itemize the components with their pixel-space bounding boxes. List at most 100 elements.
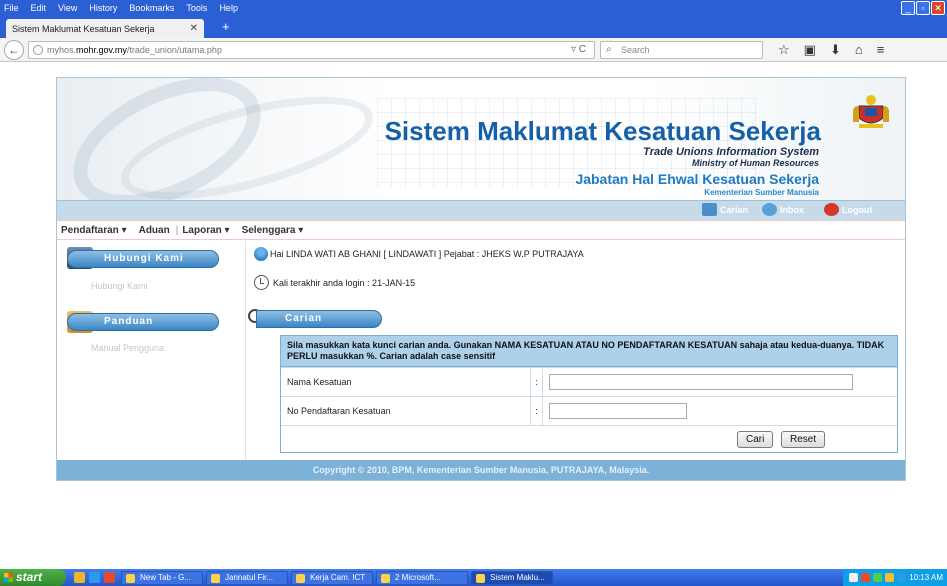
globe-icon bbox=[33, 45, 43, 55]
quick-launch bbox=[74, 572, 115, 583]
input-cell bbox=[543, 368, 897, 396]
no-pendaftaran-label: No Pendaftaran Kesatuan bbox=[281, 397, 531, 425]
search-form: Sila masukkan kata kunci carian anda. Gu… bbox=[280, 335, 898, 453]
colon: : bbox=[531, 368, 543, 396]
download-icon[interactable]: ⬇ bbox=[830, 42, 841, 58]
menu-bookmarks[interactable]: Bookmarks bbox=[129, 3, 174, 13]
carian-label: Carian bbox=[720, 204, 749, 215]
contact-link[interactable]: Hubungi Kami bbox=[91, 281, 148, 291]
quicklaunch-office-icon[interactable] bbox=[104, 572, 115, 583]
no-pendaftaran-input[interactable] bbox=[549, 403, 687, 419]
form-row-no: No Pendaftaran Kesatuan : bbox=[281, 396, 897, 425]
menu-file[interactable]: File bbox=[4, 3, 19, 13]
system-subtitle: Trade Unions Information System bbox=[643, 146, 819, 158]
taskbar-item-kerja[interactable]: Kerja Cam. ICT bbox=[291, 570, 373, 585]
maximize-button[interactable]: ▫ bbox=[916, 1, 930, 15]
start-button[interactable]: start bbox=[0, 569, 66, 586]
search-placeholder: Search bbox=[621, 45, 650, 55]
monitor-search-icon bbox=[702, 203, 717, 216]
url-prefix: myhos. bbox=[47, 45, 77, 55]
nama-kesatuan-label: Nama Kesatuan bbox=[281, 368, 531, 396]
url-host: mohr.gov.my bbox=[76, 45, 127, 55]
clock-icon bbox=[254, 275, 269, 290]
clock-time: 10:13 AM bbox=[909, 573, 943, 582]
form-row-nama: Nama Kesatuan : bbox=[281, 367, 897, 396]
taskbar-item-sistem[interactable]: Sistem Maklu... bbox=[471, 570, 553, 585]
web-page: Sistem Maklumat Kesatuan Sekerja Trade U… bbox=[56, 77, 906, 481]
taskbar-item-jannatul[interactable]: Jannatul Fir... bbox=[206, 570, 288, 585]
menu-aduan[interactable]: Aduan bbox=[139, 225, 170, 236]
menu-view[interactable]: View bbox=[58, 3, 77, 13]
quicklaunch-ie-icon[interactable] bbox=[89, 572, 100, 583]
windows-taskbar: start New Tab - G... Jannatul Fir... Ker… bbox=[0, 569, 947, 586]
menu-edit[interactable]: Edit bbox=[31, 3, 47, 13]
menu-selenggara[interactable]: Selenggara ▾ bbox=[242, 225, 304, 236]
menu-laporan[interactable]: Laporan ▾ bbox=[182, 225, 229, 236]
tab-close-icon[interactable]: ✕ bbox=[190, 23, 198, 34]
inbox-link[interactable]: Inbox bbox=[762, 203, 804, 216]
reset-button[interactable]: Reset bbox=[781, 431, 826, 448]
nama-kesatuan-input[interactable] bbox=[549, 374, 853, 390]
colon: : bbox=[531, 397, 543, 425]
bookmark-star-icon[interactable]: ☆ bbox=[778, 42, 790, 58]
taskbar-item-newtab[interactable]: New Tab - G... bbox=[121, 570, 203, 585]
browser-menubar: File Edit View History Bookmarks Tools H… bbox=[0, 0, 947, 16]
hamburger-menu-icon[interactable]: ≡ bbox=[877, 42, 885, 58]
tray-icon[interactable] bbox=[897, 573, 907, 582]
department-name: Jabatan Hal Ehwal Kesatuan Sekerja bbox=[575, 171, 819, 187]
power-icon bbox=[824, 203, 839, 216]
manual-link[interactable]: Manual Pengguna bbox=[91, 343, 164, 353]
search-section-header: Carian bbox=[256, 310, 382, 328]
tray-icon[interactable] bbox=[873, 573, 883, 582]
system-title: Sistem Maklumat Kesatuan Sekerja bbox=[384, 116, 821, 146]
coat-of-arms-icon bbox=[853, 95, 889, 128]
navigation-bar: ← myhos.mohr.gov.my/trade_union/utama.ph… bbox=[0, 38, 947, 62]
reload-icon[interactable]: ▿ C bbox=[571, 42, 586, 58]
home-icon[interactable]: ⌂ bbox=[855, 42, 863, 58]
quicklaunch-icon[interactable] bbox=[74, 572, 85, 583]
page-footer: Copyright © 2010, BPM, Kementerian Sumbe… bbox=[57, 460, 905, 480]
guide-header: Panduan bbox=[67, 313, 219, 331]
tab-title: Sistem Maklumat Kesatuan Sekerja bbox=[12, 23, 155, 34]
menu-separator: | bbox=[175, 224, 179, 236]
url-path: /trade_union/utama.php bbox=[126, 45, 222, 55]
taskbar-item-microsoft[interactable]: 2 Microsoft... bbox=[376, 570, 468, 585]
minimize-button[interactable]: _ bbox=[901, 1, 915, 15]
header-banner: Sistem Maklumat Kesatuan Sekerja Trade U… bbox=[57, 78, 905, 200]
search-instructions: Sila masukkan kata kunci carian anda. Gu… bbox=[281, 336, 897, 367]
form-buttons: Cari Reset bbox=[281, 425, 897, 452]
inbox-icon bbox=[762, 203, 777, 216]
close-window-button[interactable]: ✕ bbox=[931, 1, 945, 15]
search-box[interactable]: ⌕ Search bbox=[600, 41, 763, 59]
toolbar-icons: ☆ ▣ ⬇ ⌂ ≡ bbox=[778, 42, 884, 58]
utility-bar: Carian Inbox Logout bbox=[57, 200, 905, 220]
system-subtitle-ministry: Ministry of Human Resources bbox=[691, 158, 819, 168]
menu-pendaftaran[interactable]: Pendaftaran ▾ bbox=[61, 225, 127, 236]
main-content: Hai LINDA WATI AB GHANI [ LINDAWATI ] Pe… bbox=[245, 241, 905, 460]
back-button[interactable]: ← bbox=[4, 40, 24, 60]
browser-tab[interactable]: Sistem Maklumat Kesatuan Sekerja ✕ bbox=[6, 19, 204, 38]
new-tab-button[interactable]: + bbox=[222, 20, 230, 33]
sidebar: Hubungi Kami Hubungi Kami Panduan Manual… bbox=[57, 241, 240, 460]
address-bar[interactable]: myhos.mohr.gov.my/trade_union/utama.php … bbox=[28, 41, 595, 59]
tray-icon[interactable] bbox=[861, 573, 871, 582]
window-controls: _ ▫ ✕ bbox=[901, 1, 945, 15]
inbox-label: Inbox bbox=[780, 204, 804, 215]
menu-history[interactable]: History bbox=[89, 3, 117, 13]
menu-tools[interactable]: Tools bbox=[186, 3, 207, 13]
tray-icon[interactable] bbox=[885, 573, 895, 582]
search-button[interactable]: Cari bbox=[737, 431, 774, 448]
system-tray: 10:13 AM bbox=[843, 569, 947, 586]
menu-help[interactable]: Help bbox=[219, 3, 238, 13]
contact-header: Hubungi Kami bbox=[67, 250, 219, 268]
last-login-text: Kali terakhir anda login : 21-JAN-15 bbox=[273, 277, 416, 288]
ministry-name: Kementerian Sumber Manusia bbox=[704, 188, 819, 197]
last-login-line: Kali terakhir anda login : 21-JAN-15 bbox=[254, 275, 415, 290]
greeting-line: Hai LINDA WATI AB GHANI [ LINDAWATI ] Pe… bbox=[254, 247, 584, 261]
carian-link[interactable]: Carian bbox=[702, 203, 748, 216]
input-cell bbox=[543, 397, 897, 425]
tray-icon[interactable] bbox=[849, 573, 859, 582]
logout-link[interactable]: Logout bbox=[824, 203, 873, 216]
user-icon bbox=[254, 247, 268, 261]
reading-list-icon[interactable]: ▣ bbox=[804, 42, 816, 58]
